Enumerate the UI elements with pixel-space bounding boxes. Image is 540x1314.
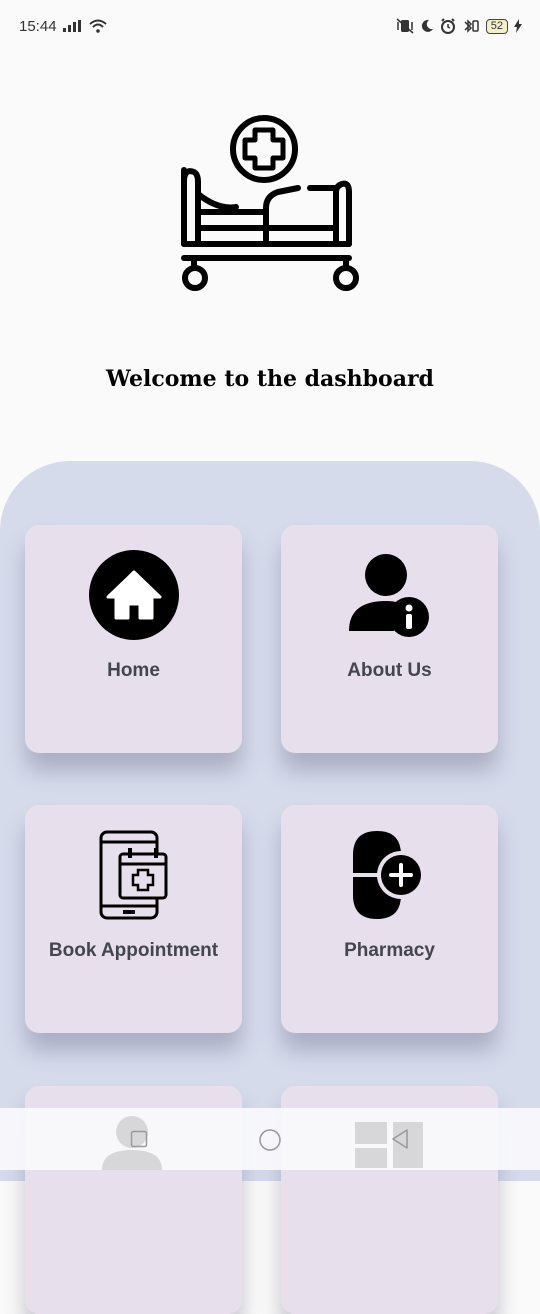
status-right: 52 (396, 18, 522, 34)
status-bar: 15:44 52 (0, 0, 540, 52)
user-info-icon (348, 554, 429, 637)
welcome-heading: Welcome to the dashboard (106, 366, 434, 392)
bluetooth-vibrate-icon (464, 19, 479, 33)
capsule-plus-icon (352, 831, 425, 919)
recent-apps-button[interactable] (130, 1130, 148, 1148)
battery-indicator: 52 (485, 18, 508, 34)
phone-calendar-icon (99, 830, 167, 920)
status-time: 15:44 (19, 17, 57, 35)
alarm-icon (440, 18, 455, 34)
home-icon (88, 550, 179, 640)
hospital-bed-icon (181, 115, 359, 291)
moon-icon (421, 19, 433, 32)
vibrate-off-icon (396, 18, 414, 34)
system-nav-bar (0, 1108, 540, 1170)
home-nav-button[interactable] (258, 1128, 282, 1152)
pharmacy-card[interactable]: Pharmacy (281, 805, 498, 1033)
home-card[interactable]: Home (25, 525, 242, 753)
home-label: Home (107, 660, 160, 681)
charging-icon (514, 19, 522, 33)
book-appointment-label: Book Appointment (48, 940, 219, 961)
about-us-label: About Us (347, 660, 432, 681)
status-left: 15:44 (19, 18, 107, 35)
signal-icon (62, 20, 81, 32)
wifi-icon (88, 19, 107, 33)
book-appointment-card[interactable]: Book Appointment (25, 805, 242, 1033)
pharmacy-label: Pharmacy (344, 940, 435, 961)
about-us-card[interactable]: About Us (281, 525, 498, 753)
back-nav-button[interactable] (390, 1128, 410, 1150)
